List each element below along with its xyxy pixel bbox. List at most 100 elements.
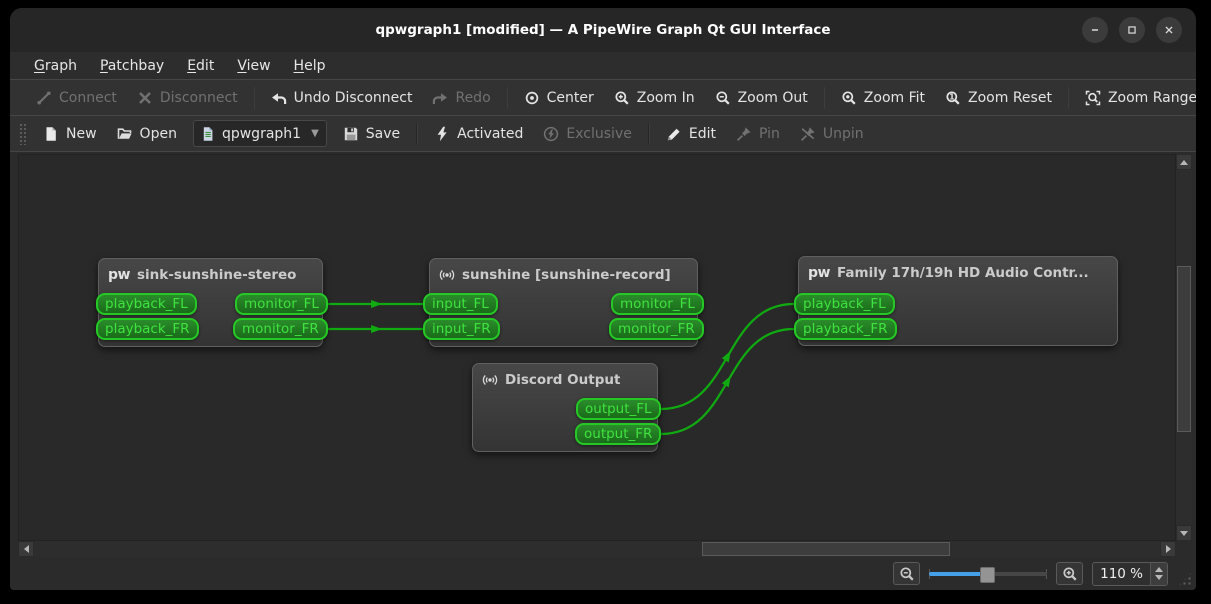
port-sink-monitor_FR[interactable]: monitor_FR	[233, 318, 328, 340]
zoom-reset-button[interactable]: 1 Zoom Reset	[935, 86, 1062, 110]
node-title: sink-sunshine-stereo	[136, 267, 297, 283]
redo-button[interactable]: Redo	[422, 86, 500, 110]
center-button[interactable]: Center	[514, 86, 604, 110]
resize-grip[interactable]	[1178, 572, 1192, 586]
zoom-in-icon	[1062, 566, 1078, 582]
node-header: Discord Output	[473, 364, 657, 388]
spin-arrows[interactable]	[1150, 562, 1167, 585]
toolbar-button-label: Zoom Reset	[968, 89, 1052, 106]
menu-edit[interactable]: Edit	[177, 56, 224, 76]
toolbar-drag-handle[interactable]	[19, 122, 26, 145]
toolbar-button-label: Activated	[457, 125, 524, 142]
toolbar-button-label: Edit	[688, 125, 716, 142]
scroll-left-button[interactable]	[18, 541, 34, 557]
zoom-out-icon	[899, 566, 915, 582]
open-button[interactable]: Open	[107, 122, 187, 146]
open-icon	[117, 126, 133, 142]
horizontal-scroll-thumb[interactable]	[702, 542, 950, 556]
menu-help[interactable]: Help	[284, 56, 336, 76]
zoom-in-button[interactable]: Zoom In	[604, 86, 705, 110]
close-button[interactable]	[1156, 17, 1182, 43]
toolbar-separator	[1067, 86, 1069, 109]
port-sunshine-input_FR[interactable]: input_FR	[423, 318, 500, 340]
center-icon	[524, 90, 540, 106]
toolbar-separator	[416, 122, 419, 145]
vertical-scroll-thumb[interactable]	[1177, 266, 1191, 432]
maximize-button[interactable]	[1119, 17, 1145, 43]
save-icon	[343, 126, 359, 142]
toolbar-button-label: New	[66, 125, 97, 142]
toolbar-button-label: Center	[546, 89, 594, 106]
zoom-range-button[interactable]: Zoom Range	[1075, 86, 1196, 110]
node-header: pw sink-sunshine-stereo	[99, 259, 322, 283]
node-title: Discord Output	[505, 372, 621, 388]
port-sink-playback_FR[interactable]: playback_FR	[96, 318, 199, 340]
triangle-down-icon	[1180, 530, 1188, 536]
titlebar[interactable]: qpwgraph1 [modified] — A PipeWire Graph …	[10, 8, 1196, 52]
toolbar-patchbay: New Open qpwgraph1 ▼ Save Activated Exclusive E…	[10, 115, 1196, 151]
exclusive-button[interactable]: Exclusive	[533, 122, 641, 146]
pw-icon: pw	[808, 265, 830, 281]
chevron-down-icon: ▼	[311, 128, 319, 139]
port-sink-monitor_FL[interactable]: monitor_FL	[235, 293, 328, 315]
scroll-right-button[interactable]	[1160, 541, 1176, 557]
vertical-scrollbar[interactable]	[1176, 154, 1192, 541]
menubar: Graph Patchbay Edit View Help	[10, 52, 1196, 79]
zoom-fit-button[interactable]: Zoom Fit	[831, 86, 935, 110]
port-family-playback_FL[interactable]: playback_FL	[794, 293, 895, 315]
scroll-down-button[interactable]	[1176, 525, 1192, 541]
menu-view[interactable]: View	[227, 56, 280, 76]
disconnect-button[interactable]: Disconnect	[127, 86, 248, 110]
zoom-out-button[interactable]: Zoom Out	[705, 86, 818, 110]
menu-graph[interactable]: Graph	[24, 56, 87, 76]
activated-icon	[434, 126, 450, 142]
zoom-slider[interactable]	[929, 564, 1048, 584]
zoom-out-icon	[715, 90, 731, 106]
toolbar-button-label: Undo Disconnect	[293, 89, 413, 106]
zoom-reset-icon: 1	[945, 90, 961, 106]
minimize-icon	[1088, 23, 1102, 37]
svg-text:1: 1	[949, 92, 954, 101]
port-discord-output_FL[interactable]: output_FL	[576, 398, 661, 420]
port-sunshine-input_FL[interactable]: input_FL	[423, 293, 498, 315]
port-sunshine-monitor_FL[interactable]: monitor_FL	[611, 293, 704, 315]
menu-patchbay[interactable]: Patchbay	[90, 56, 174, 76]
scroll-up-button[interactable]	[1176, 154, 1192, 170]
spin-up-icon	[1155, 567, 1163, 572]
activated-button[interactable]: Activated	[424, 122, 533, 146]
patchbay-file-selector[interactable]: qpwgraph1 ▼	[192, 120, 327, 147]
zoom-slider-handle[interactable]	[979, 566, 995, 583]
pin-icon	[736, 126, 752, 142]
disconnect-icon	[137, 90, 153, 106]
node-header: sunshine [sunshine-record]	[430, 259, 697, 283]
undo-disconnect-button[interactable]: Undo Disconnect	[261, 86, 423, 110]
unpin-button[interactable]: Unpin	[790, 122, 874, 146]
triangle-right-icon	[1165, 545, 1171, 553]
triangle-left-icon	[23, 545, 29, 553]
statusbar-zoom-out-button[interactable]	[893, 562, 921, 585]
toolbar-button-label: Exclusive	[566, 125, 632, 142]
zoom-level-spinbox[interactable]: 110 %	[1092, 561, 1168, 586]
save-button[interactable]: Save	[333, 122, 410, 146]
edit-button[interactable]: Edit	[656, 122, 726, 146]
undo-icon	[271, 90, 287, 106]
new-icon	[43, 126, 59, 142]
pw-icon: pw	[108, 267, 130, 283]
graph-canvas[interactable]: pw sink-sunshine-stereo playback_FL playbac…	[18, 154, 1176, 541]
connect-button[interactable]: Connect	[26, 86, 127, 110]
toolbar-button-label: Unpin	[822, 125, 864, 142]
port-sink-playback_FL[interactable]: playback_FL	[96, 293, 197, 315]
zoom-fit-icon	[841, 90, 857, 106]
file-icon	[200, 126, 216, 142]
port-sunshine-monitor_FR[interactable]: monitor_FR	[609, 318, 704, 340]
port-discord-output_FR[interactable]: output_FR	[575, 423, 662, 445]
toolbar-separator	[506, 86, 508, 109]
toolbar-button-label: Disconnect	[159, 89, 238, 106]
statusbar: 110 %	[10, 557, 1196, 590]
horizontal-scrollbar[interactable]	[18, 541, 1176, 557]
new-button[interactable]: New	[33, 122, 107, 146]
pin-button[interactable]: Pin	[726, 122, 790, 146]
statusbar-zoom-in-button[interactable]	[1056, 562, 1084, 585]
port-family-playback_FR[interactable]: playback_FR	[794, 318, 897, 340]
minimize-button[interactable]	[1082, 17, 1108, 43]
